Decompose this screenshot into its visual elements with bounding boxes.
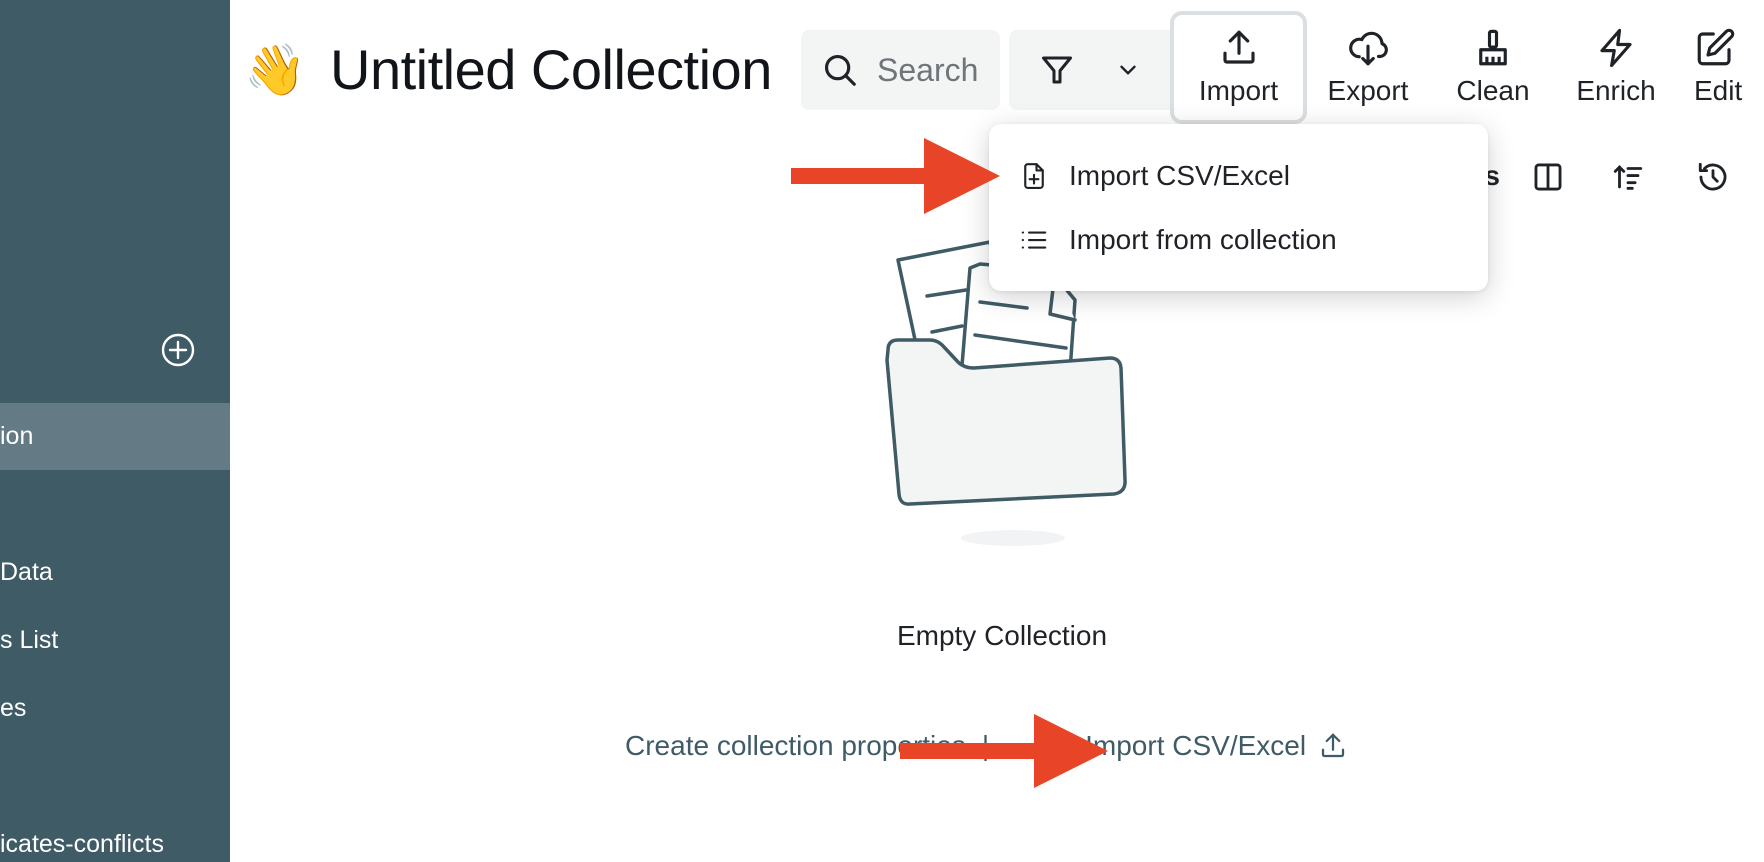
menu-item-import-csv-excel[interactable]: Import CSV/Excel (989, 146, 1488, 206)
upload-icon (1222, 30, 1255, 64)
menu-item-import-from-collection[interactable]: Import from collection (989, 210, 1488, 270)
empty-state-title: Empty Collection (896, 620, 1108, 651)
edit-label: Edit (1694, 75, 1743, 106)
file-plus-icon (1024, 163, 1044, 189)
separator: | (981, 730, 990, 761)
sidebar-item-duplicates-conflicts[interactable]: icates-conflicts (0, 823, 230, 862)
search-icon (824, 54, 856, 86)
create-properties-link[interactable]: Create collection properties (625, 730, 966, 762)
edit-icon (1697, 28, 1735, 66)
import-dropdown-menu: Import CSV/Excel Import from collection (989, 124, 1488, 291)
export-label: Export (1327, 75, 1409, 106)
search-input[interactable] (877, 51, 987, 89)
filter-button[interactable] (1009, 30, 1179, 110)
empty-state-actions: Create collection properties | Import CS… (625, 730, 1348, 762)
upload-icon[interactable] (1318, 731, 1348, 761)
sidebar-item-label: Data (0, 558, 53, 586)
sidebar-item-untitled-collection[interactable]: ion (0, 403, 230, 470)
edit-button[interactable]: Edit (1694, 11, 1764, 124)
list-icon (1021, 231, 1047, 249)
sidebar: ion Data s List es icates-conflicts (0, 0, 230, 862)
clean-button[interactable]: Clean (1448, 11, 1538, 124)
menu-item-label: Import from collection (1069, 224, 1337, 255)
broom-icon (1479, 29, 1507, 66)
search-box[interactable] (801, 30, 1000, 110)
collection-emoji[interactable]: 👋 (244, 40, 306, 100)
enrich-button[interactable]: Enrich (1568, 11, 1664, 124)
lightning-icon (1600, 28, 1632, 68)
sidebar-item-data[interactable]: Data (0, 551, 230, 593)
history-icon[interactable] (1696, 160, 1730, 194)
chevron-down-icon[interactable] (1115, 57, 1141, 83)
page-title[interactable]: Untitled Collection (330, 32, 772, 108)
sidebar-item-es[interactable]: es (0, 687, 230, 729)
annotation-arrow-menu (791, 138, 1000, 214)
export-button[interactable]: Export (1320, 11, 1416, 124)
import-button[interactable]: Import (1170, 11, 1307, 124)
sort-icon[interactable] (1611, 160, 1645, 194)
sidebar-item-label: icates-conflicts (0, 830, 164, 858)
sidebar-item-label: es (0, 694, 27, 722)
add-collection-button[interactable] (160, 332, 196, 368)
filter-icon (1042, 56, 1072, 84)
import-csv-link[interactable]: Import CSV/Excel (1085, 730, 1306, 762)
menu-item-label: Import CSV/Excel (1069, 160, 1290, 191)
annotation-arrow-shape (791, 138, 1000, 214)
enrich-label: Enrich (1576, 75, 1656, 106)
cloud-download-icon (1349, 31, 1388, 66)
sidebar-item-label: ion (0, 422, 34, 450)
clean-label: Clean (1456, 75, 1530, 106)
columns-icon[interactable] (1531, 160, 1565, 194)
import-label: Import (1198, 75, 1279, 106)
